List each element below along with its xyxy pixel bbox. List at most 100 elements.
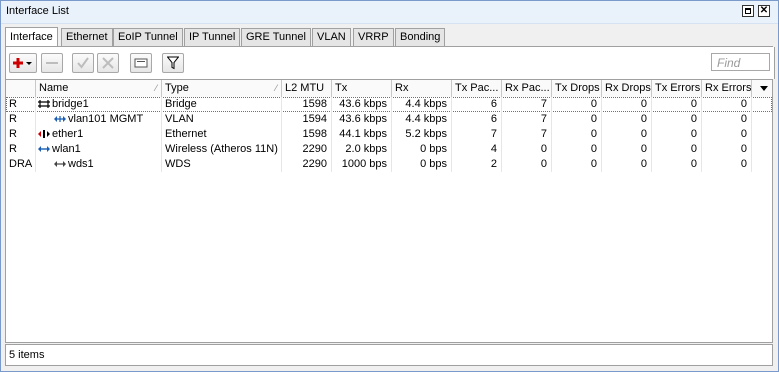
enable-icon [77,57,89,69]
row-tx-packets: 6 [452,97,502,112]
maximize-button[interactable] [742,5,754,17]
row-flags: R [6,142,36,157]
row-tx: 44.1 kbps [332,127,392,142]
row-name-cell: wlan1 [36,142,162,157]
tab-ethernet[interactable]: Ethernet [61,28,113,46]
vlan-icon [54,116,66,123]
remove-icon [46,62,58,64]
table-row[interactable]: R wlan1 Wireless (Atheros 11N) 2290 2.0 … [6,142,772,157]
row-tx: 2.0 kbps [332,142,392,157]
row-rx-packets: 7 [502,97,552,112]
col-tx-errors[interactable]: Tx Errors [652,80,702,97]
row-name-cell: bridge1 [36,97,162,112]
find-input[interactable]: Find [711,53,770,71]
row-rx-errors: 0 [702,127,752,142]
row-rx-packets: 0 [502,157,552,172]
table-row[interactable]: R vlan101 MGMT VLAN 1594 43.6 kbps 4.4 k… [6,112,772,127]
row-tx: 43.6 kbps [332,97,392,112]
row-rx-drops: 0 [602,112,652,127]
row-l2mtu: 2290 [282,157,332,172]
status-bar: 5 items [5,344,773,366]
col-rx[interactable]: Rx [392,80,452,97]
add-icon [13,58,32,68]
row-tx-packets: 4 [452,142,502,157]
row-name: vlan101 MGMT [68,113,144,125]
row-rx: 5.2 kbps [392,127,452,142]
tab-gre-tunnel[interactable]: GRE Tunnel [241,28,311,46]
row-rx-errors: 0 [702,157,752,172]
close-button[interactable]: ✕ [758,5,770,17]
row-rx-drops: 0 [602,157,652,172]
row-rx: 0 bps [392,142,452,157]
row-name: bridge1 [52,98,89,110]
row-tx-errors: 0 [652,127,702,142]
col-type-label: Type [165,82,189,94]
row-flags: R [6,112,36,127]
row-tx-drops: 0 [552,142,602,157]
row-name-cell: ether1 [36,127,162,142]
row-rx: 0 bps [392,157,452,172]
col-flags[interactable] [6,80,36,97]
title-bar[interactable]: Interface List ✕ [1,1,778,24]
sort-icon: ⁄ [155,83,157,93]
interface-table: Name ⁄ Type ⁄ L2 MTU Tx Rx Tx Pac... Rx Pa… [5,79,773,343]
tab-bonding[interactable]: Bonding [395,28,446,46]
row-flags: R [6,127,36,142]
col-type[interactable]: Type ⁄ [162,80,282,97]
col-l2mtu[interactable]: L2 MTU [282,80,332,97]
col-rx-packets[interactable]: Rx Pac... [502,80,552,97]
tab-ip-tunnel[interactable]: IP Tunnel [184,28,241,46]
toolbar: Find [5,47,775,79]
col-tx-drops[interactable]: Tx Drops [552,80,602,97]
wds-icon [54,161,66,168]
row-rx-packets: 7 [502,112,552,127]
row-rx: 4.4 kbps [392,97,452,112]
add-button[interactable] [9,53,37,73]
row-tx-errors: 0 [652,142,702,157]
interface-list-window: Interface List ✕ Interface Ethernet EoIP… [0,0,779,372]
comment-button[interactable] [130,53,152,73]
column-menu-icon[interactable] [756,80,772,97]
row-name: ether1 [52,128,84,140]
disable-icon [102,57,114,69]
filter-button[interactable] [162,53,184,73]
row-name-cell: wds1 [36,157,162,172]
col-rx-errors[interactable]: Rx Errors [702,80,752,97]
row-rx-errors: 0 [702,142,752,157]
col-tx-packets[interactable]: Tx Pac... [452,80,502,97]
enable-button[interactable] [72,53,94,73]
row-tx-packets: 6 [452,112,502,127]
row-type: VLAN [162,112,282,127]
col-name[interactable]: Name ⁄ [36,80,162,97]
row-type: Bridge [162,97,282,112]
col-tx[interactable]: Tx [332,80,392,97]
remove-button[interactable] [41,53,63,73]
tab-vlan[interactable]: VLAN [312,28,351,46]
row-tx-errors: 0 [652,112,702,127]
ethernet-icon [38,130,50,139]
row-rx-packets: 7 [502,127,552,142]
disable-button[interactable] [97,53,119,73]
row-tx: 43.6 kbps [332,112,392,127]
row-flags: R [6,97,36,112]
tab-interface[interactable]: Interface [5,27,58,47]
row-tx: 1000 bps [332,157,392,172]
row-l2mtu: 2290 [282,142,332,157]
row-rx-errors: 0 [702,112,752,127]
table-row[interactable]: R ether1 Ethernet 1598 44.1 kbps 5.2 kbp… [6,127,772,142]
row-rx-drops: 0 [602,142,652,157]
tab-eoip-tunnel[interactable]: EoIP Tunnel [113,28,183,46]
sort-icon: ⁄ [275,83,277,93]
row-type: Wireless (Atheros 11N) [162,142,282,157]
col-rx-drops[interactable]: Rx Drops [602,80,652,97]
row-tx-drops: 0 [552,127,602,142]
row-rx: 4.4 kbps [392,112,452,127]
tab-vrrp[interactable]: VRRP [353,28,394,46]
bridge-icon [38,100,50,109]
wireless-icon [38,146,50,153]
row-tx-drops: 0 [552,97,602,112]
table-row[interactable]: DRA wds1 WDS 2290 1000 bps 0 bps 2 0 0 0… [6,157,772,172]
row-tx-drops: 0 [552,157,602,172]
row-type: Ethernet [162,127,282,142]
table-row[interactable]: R bridge1 Bridge 1598 43.6 kbps 4.4 kbps… [6,97,772,112]
